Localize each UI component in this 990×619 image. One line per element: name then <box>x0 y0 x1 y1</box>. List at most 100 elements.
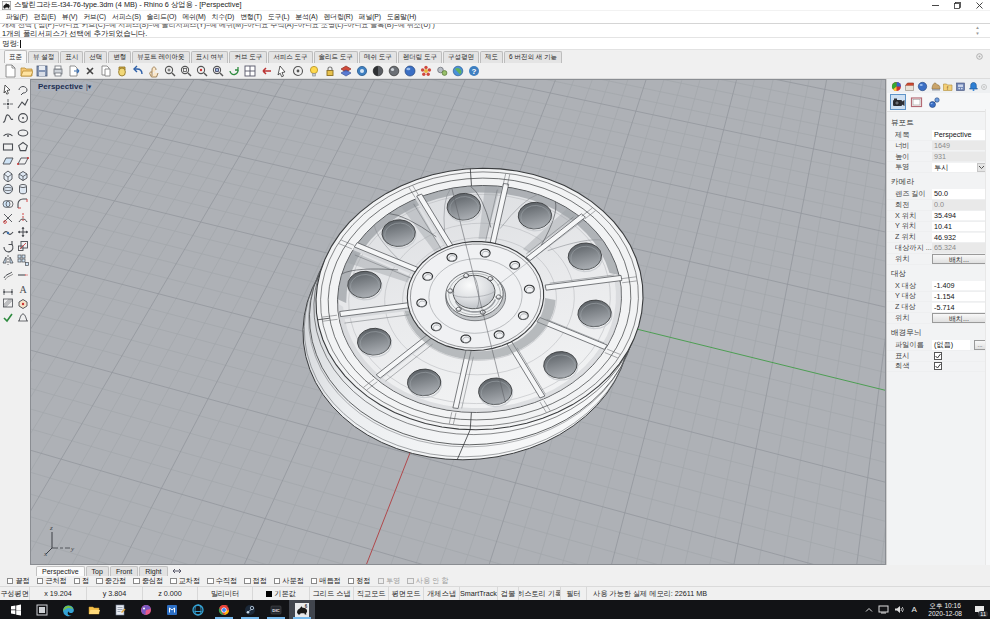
osnap-1[interactable]: 근처점 <box>37 576 67 586</box>
rectangle-icon[interactable] <box>0 140 15 154</box>
tray-volume-icon[interactable] <box>891 600 906 619</box>
tray-network-icon[interactable] <box>876 600 891 619</box>
osnap-6[interactable]: 수직점 <box>207 576 237 586</box>
panel-value[interactable]: 65.324 <box>932 243 986 252</box>
osnap-9[interactable]: 매듭점 <box>311 576 341 586</box>
osnap-7[interactable]: 접점 <box>244 576 267 586</box>
subtab-viewport-camera-icon[interactable] <box>890 94 906 110</box>
osnap-10[interactable]: 정점 <box>348 576 371 586</box>
restore-button[interactable] <box>946 0 968 11</box>
menu-item[interactable]: 편집(E) <box>31 12 59 22</box>
zoom-extents-icon[interactable] <box>210 63 226 78</box>
osnap-3[interactable]: 중간점 <box>96 576 126 586</box>
status-planar[interactable]: 평면모드 <box>389 587 424 600</box>
explorer-icon[interactable] <box>81 600 107 619</box>
panel-value[interactable]: 35.494 <box>932 211 986 220</box>
subtab-target-icon[interactable] <box>926 94 942 110</box>
panel-value[interactable]: 0.0 <box>932 200 986 209</box>
sphere-solid-icon[interactable] <box>0 182 15 196</box>
toolbar-tab[interactable]: 제도 <box>480 51 503 63</box>
arc-icon[interactable] <box>0 126 15 140</box>
rotate-icon[interactable] <box>0 239 15 253</box>
lock-icon[interactable] <box>322 63 338 78</box>
prev-view-icon[interactable] <box>258 63 274 78</box>
viewport-tab-right[interactable]: Right <box>139 566 167 576</box>
paint-icon[interactable] <box>133 600 159 619</box>
panel-gear-icon[interactable] <box>980 83 988 91</box>
four-views-icon[interactable] <box>242 63 258 78</box>
panel-value[interactable]: 46.932 <box>932 233 986 242</box>
toolbar-tab[interactable]: 표준 <box>4 50 27 63</box>
toolbar-tab[interactable]: 뷰포트 레이아웃 <box>132 51 189 63</box>
polygon-icon[interactable] <box>15 140 30 154</box>
subtab-viewport-rect-icon[interactable] <box>908 94 924 110</box>
action-center-icon[interactable]: 11 <box>968 600 990 619</box>
panel-value[interactable]: 투시 <box>932 163 977 172</box>
mirror-icon[interactable] <box>0 253 15 267</box>
move-icon[interactable] <box>15 225 30 239</box>
toolbar-tab[interactable]: 6 버전의 새 기능 <box>504 51 562 63</box>
check-icon[interactable] <box>0 310 15 324</box>
extend-icon[interactable] <box>15 267 30 281</box>
select-arrow-icon[interactable] <box>0 83 15 97</box>
menu-item[interactable]: 서피스(S) <box>109 12 144 22</box>
menu-item[interactable]: 패널(P) <box>356 12 384 22</box>
rotate-view-icon[interactable] <box>226 63 242 78</box>
perspective-viewport[interactable]: Perspective|▾ z y x <box>30 79 886 565</box>
toolbar-tab[interactable]: 구성평면 <box>443 51 479 63</box>
viewport-tab-top[interactable]: Top <box>86 566 109 576</box>
point-icon[interactable] <box>0 97 15 111</box>
command-history[interactable]: 개체 선택 ( 점(P)=아니요 커브(C)=예 서피스(S)=예 폴리서피스(… <box>0 24 990 38</box>
polyline-icon[interactable] <box>15 97 30 111</box>
close-button[interactable] <box>968 0 990 11</box>
start-button[interactable] <box>3 600 29 619</box>
panel-value[interactable]: -1.409 <box>932 281 986 290</box>
toolbar-tab[interactable]: 서피스 도구 <box>268 51 312 63</box>
osnap-0[interactable]: 끝점 <box>7 576 30 586</box>
panel-value[interactable]: -5.714 <box>932 303 986 312</box>
menu-item[interactable]: 렌더링(R) <box>321 12 356 22</box>
open-file-icon[interactable] <box>18 63 34 78</box>
steam-icon[interactable] <box>237 600 263 619</box>
osnap-8[interactable]: 사분점 <box>274 576 304 586</box>
toolbar-gear-icon[interactable] <box>975 52 984 61</box>
circle-icon[interactable] <box>15 111 30 125</box>
ellipse-icon[interactable] <box>15 126 30 140</box>
panel-value[interactable]: -1.154 <box>932 292 986 301</box>
scale-icon[interactable] <box>15 239 30 253</box>
toolbar-tab[interactable]: 렌더링 도구 <box>398 51 442 63</box>
command-scrollbar[interactable]: ▲▼ <box>973 25 982 36</box>
panel-value[interactable]: 931 <box>932 152 986 161</box>
export-icon[interactable] <box>66 63 82 78</box>
edge-icon[interactable] <box>55 600 81 619</box>
zoom-dynamic-icon[interactable] <box>162 63 178 78</box>
delete-icon[interactable] <box>82 63 98 78</box>
status-layer[interactable]: 기본값 <box>253 587 310 600</box>
menu-item[interactable]: 치수(D) <box>209 12 238 22</box>
toolbar-tab[interactable]: 선택 <box>84 51 107 63</box>
osnap-5[interactable]: 교차점 <box>170 576 200 586</box>
status-filter[interactable]: 필터 <box>561 587 587 600</box>
layers-tab-icon[interactable] <box>903 81 916 93</box>
split-icon[interactable] <box>15 211 30 225</box>
panel-value[interactable]: 1649 <box>932 141 986 150</box>
rhino-icon[interactable]: 6 <box>289 600 315 619</box>
rendering-tab-icon[interactable] <box>916 81 929 93</box>
print-icon[interactable] <box>50 63 66 78</box>
paste-icon[interactable] <box>114 63 130 78</box>
toolbar-tab[interactable]: 메쉬 도구 <box>359 51 397 63</box>
target-place-button[interactable]: 배치... <box>932 313 986 322</box>
panel-value[interactable]: 10.41 <box>932 222 986 231</box>
chrome-icon[interactable] <box>211 600 237 619</box>
status-gumball[interactable]: 검볼 <box>498 587 519 600</box>
blueapp-icon[interactable] <box>159 600 185 619</box>
menu-item[interactable]: 뷰(V) <box>59 12 80 22</box>
trim-icon[interactable] <box>0 211 15 225</box>
render-icon[interactable] <box>386 63 402 78</box>
gears-icon[interactable] <box>434 63 450 78</box>
save-icon[interactable] <box>34 63 50 78</box>
menu-item[interactable]: 파일(F) <box>3 12 31 22</box>
block-icon[interactable] <box>15 296 30 310</box>
viewport-title[interactable]: Perspective|▾ <box>36 82 93 91</box>
zoom-selected-icon[interactable] <box>194 63 210 78</box>
